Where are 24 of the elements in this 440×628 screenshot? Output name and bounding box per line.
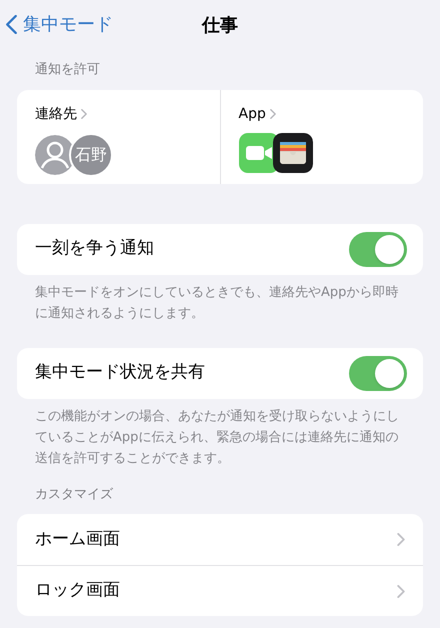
chevron-icon	[270, 109, 276, 119]
contacts-cell[interactable]: 連絡先 石野	[17, 90, 220, 184]
section-header: 通知を許可	[35, 61, 101, 79]
avatar-initials: 石野	[69, 132, 113, 176]
chevron-icon	[81, 109, 87, 119]
section-header: カスタマイズ	[35, 486, 114, 504]
page-title: 仕事	[202, 14, 238, 38]
back-icon	[6, 14, 17, 34]
list-item[interactable]: ロック画面	[17, 565, 423, 616]
apps-cell[interactable]: App	[220, 90, 423, 184]
toggle-label: 集中モード状況を共有	[35, 361, 205, 384]
video-camera-icon	[238, 132, 278, 172]
list-item[interactable]: ホーム画面	[17, 514, 423, 565]
toggle-switch[interactable]	[349, 356, 407, 390]
toggle-label: 一刻を争う通知	[35, 237, 154, 260]
contacts-label: 連絡先	[35, 104, 77, 124]
toggle-switch[interactable]	[349, 232, 407, 266]
back-button[interactable]: 集中モード	[6, 10, 113, 38]
footer-note: この機能がオンの場合、あなたが通知を受け取らないようにしていることがAppに伝えられ、緊急の場合には連絡先に通知の送信を許可することができます。	[35, 408, 400, 468]
apps-label: App	[238, 104, 266, 124]
wallet-icon	[272, 132, 312, 172]
chevron-icon	[397, 584, 405, 598]
footer-note: 集中モードをオンにしているときでも、連絡先やAppから即時に通知されるようにします。	[35, 284, 400, 322]
chevron-icon	[397, 533, 405, 546]
